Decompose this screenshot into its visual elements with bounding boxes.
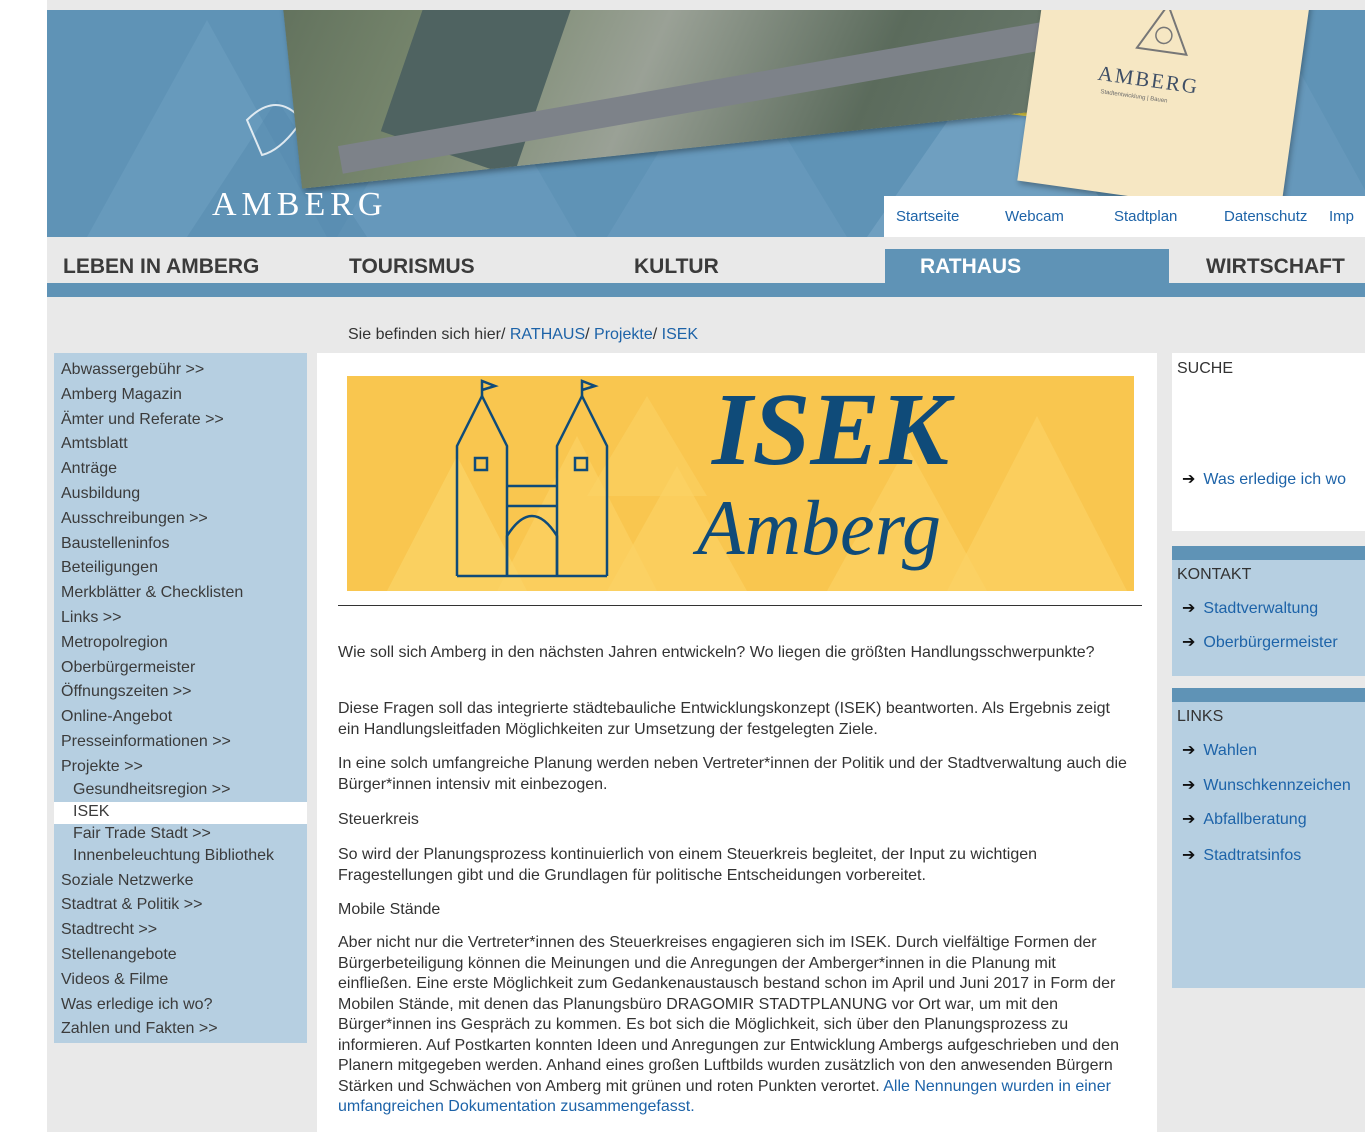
sidebar-item-projekte[interactable]: Projekte >>: [61, 758, 143, 776]
arrow-right-icon: ➔: [1182, 742, 1196, 759]
sidebar-item-stellenangebote[interactable]: Stellenangebote: [61, 946, 177, 964]
banner-title: ISEK: [712, 376, 950, 487]
banner-subtitle: Amberg: [697, 484, 942, 571]
links-box: LINKS ➔ Wahlen ➔ Wunschkennzeichen ➔ Abfall…: [1172, 688, 1365, 988]
main-nav-kultur[interactable]: KULTUR: [634, 255, 719, 279]
sidebar-item-ausbildung[interactable]: Ausbildung: [61, 485, 140, 503]
amberg-logo-icon: [1135, 10, 1188, 56]
main-nav-wirtschaft[interactable]: WIRTSCHAFT: [1206, 255, 1345, 279]
sidebar-item-soziale-netzwerke[interactable]: Soziale Netzwerke: [61, 872, 194, 890]
breadcrumb-projekte[interactable]: Projekte: [594, 326, 653, 343]
breadcrumb: Sie befinden sich hier/ RATHAUS/ Projekt…: [348, 326, 699, 343]
links-title: LINKS: [1177, 708, 1224, 725]
breadcrumb-isek[interactable]: ISEK: [662, 326, 698, 343]
sidebar-item-ausschreibungen[interactable]: Ausschreibungen >>: [61, 510, 208, 528]
arrow-right-icon: ➔: [1182, 847, 1196, 864]
top-link-impressum[interactable]: Imp: [1329, 208, 1354, 225]
stadtentwicklung-card: AMBERG Stadtentwicklung | Bauen: [1017, 10, 1312, 218]
link-abfallberatung[interactable]: ➔ Abfallberatung: [1182, 809, 1307, 829]
link-oberbuergermeister[interactable]: ➔ Oberbürgermeister: [1182, 632, 1338, 652]
main-nav-rathaus[interactable]: RATHAUS: [920, 255, 1021, 279]
sidebar-item-amberg-magazin[interactable]: Amberg Magazin: [61, 386, 182, 404]
search-title: SUCHE: [1177, 360, 1234, 377]
castle-gate-icon: [455, 379, 609, 578]
nav-underline-bar: [47, 283, 1365, 297]
contact-box: KONTAKT ➔ Stadtverwaltung ➔ Oberbürgermeis…: [1172, 546, 1365, 676]
arrow-right-icon: ➔: [1182, 634, 1196, 651]
arrow-right-icon: ➔: [1182, 471, 1196, 488]
sidebar-item-aemter[interactable]: Ämter und Referate >>: [61, 411, 224, 429]
breadcrumb-rathaus[interactable]: RATHAUS: [510, 326, 585, 343]
sidebar-subitem-isek[interactable]: ISEK: [73, 803, 109, 821]
sidebar-item-links[interactable]: Links >>: [61, 609, 121, 627]
sidebar-item-amtsblatt[interactable]: Amtsblatt: [61, 435, 128, 453]
sidebar-item-stadtrat[interactable]: Stadtrat & Politik >>: [61, 896, 202, 914]
top-link-datenschutz[interactable]: Datenschutz: [1224, 208, 1307, 225]
heading-mobile-staende: Mobile Stände: [338, 901, 441, 918]
link-wunschkennzeichen[interactable]: ➔ Wunschkennzeichen: [1182, 775, 1351, 795]
content-paragraph-2: Diese Fragen soll das integrierte städte…: [338, 700, 1110, 738]
main-nav-tourismus[interactable]: TOURISMUS: [349, 255, 475, 279]
sidebar-subitem-gesundheitsregion[interactable]: Gesundheitsregion >>: [73, 781, 230, 799]
content-paragraph-3: In eine solch umfangreiche Planung werde…: [338, 755, 1127, 793]
sidebar-item-online-angebot[interactable]: Online-Angebot: [61, 708, 172, 726]
content-paragraph-5: Aber nicht nur die Vertreter*innen des S…: [338, 934, 1119, 1115]
content-paragraph-4: So wird der Planungsprozess kontinuierli…: [338, 846, 1038, 884]
sidebar-item-abwassergebuehr[interactable]: Abwassergebühr >>: [61, 361, 204, 379]
content-divider: [338, 605, 1142, 606]
main-nav-leben-in-amberg[interactable]: LEBEN IN AMBERG: [63, 255, 259, 279]
sidebar-item-metropolregion[interactable]: Metropolregion: [61, 634, 168, 652]
sidebar-item-presseinformationen[interactable]: Presseinformationen >>: [61, 733, 231, 751]
link-wahlen[interactable]: ➔ Wahlen: [1182, 740, 1257, 760]
page: AMBERG Stadtentwicklung | Bauen AMBERG S…: [47, 0, 1365, 1132]
sidebar-subitem-fair-trade[interactable]: Fair Trade Stadt >>: [73, 825, 211, 843]
link-was-erledige-ich-wo[interactable]: ➔ Was erledige ich wo: [1182, 469, 1346, 489]
sidebar-item-was-erledige[interactable]: Was erledige ich wo?: [61, 996, 212, 1014]
link-stadtratsinfos[interactable]: ➔ Stadtratsinfos: [1182, 845, 1301, 865]
isek-banner: ISEK Amberg: [347, 376, 1134, 591]
sidebar-item-baustelleninfos[interactable]: Baustelleninfos: [61, 535, 170, 553]
heading-steuerkreis: Steuerkreis: [338, 811, 419, 828]
search-box: SUCHE ➔ Was erledige ich wo: [1172, 353, 1365, 531]
link-stadtverwaltung[interactable]: ➔ Stadtverwaltung: [1182, 598, 1318, 618]
arrow-right-icon: ➔: [1182, 600, 1196, 617]
main-content: ISEK Amberg Wie soll sich Amberg in den …: [317, 353, 1157, 1132]
content-intro: Wie soll sich Amberg in den nächsten Jah…: [338, 644, 1095, 661]
sidebar-subitem-innenbeleuchtung[interactable]: Innenbeleuchtung Bibliothek: [73, 847, 274, 865]
sidebar-item-zahlen-fakten[interactable]: Zahlen und Fakten >>: [61, 1020, 218, 1038]
arrow-right-icon: ➔: [1182, 777, 1196, 794]
sidebar: Abwassergebühr >> Amberg Magazin Ämter u…: [54, 353, 307, 1043]
contact-title: KONTAKT: [1177, 566, 1252, 583]
sidebar-item-stadtrecht[interactable]: Stadtrecht >>: [61, 921, 157, 939]
breadcrumb-prefix: Sie befinden sich hier/: [348, 326, 510, 343]
sidebar-item-oberbuergermeister[interactable]: Oberbürgermeister: [61, 659, 195, 677]
top-link-stadtplan[interactable]: Stadtplan: [1114, 208, 1177, 225]
top-links-bar: Startseite Webcam Stadtplan Datenschutz …: [884, 196, 1365, 237]
top-link-webcam[interactable]: Webcam: [1005, 208, 1064, 225]
sidebar-item-merkblaetter[interactable]: Merkblätter & Checklisten: [61, 584, 243, 602]
sidebar-item-videos[interactable]: Videos & Filme: [61, 971, 168, 989]
sidebar-item-oeffnungszeiten[interactable]: Öffnungszeiten >>: [61, 683, 191, 701]
amberg-brand-logo[interactable]: AMBERG: [212, 186, 387, 224]
main-navigation: LEBEN IN AMBERG TOURISMUS KULTUR RATHAUS…: [47, 249, 1365, 283]
top-link-startseite[interactable]: Startseite: [896, 208, 959, 225]
arrow-right-icon: ➔: [1182, 811, 1196, 828]
sidebar-item-antraege[interactable]: Anträge: [61, 460, 117, 478]
sidebar-item-beteiligungen[interactable]: Beteiligungen: [61, 559, 158, 577]
